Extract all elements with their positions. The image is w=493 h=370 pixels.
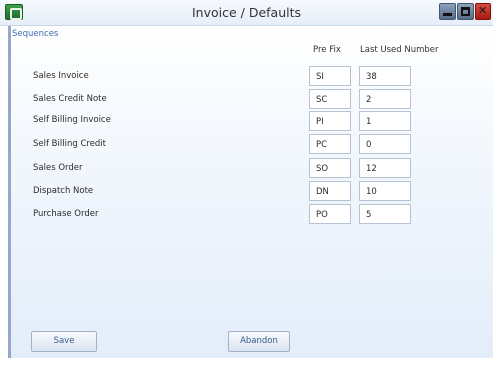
panel-left-border (8, 26, 11, 358)
prefix-field-purchase-order[interactable]: PO (309, 204, 351, 224)
prefix-field-sales-invoice[interactable]: SI (309, 66, 351, 86)
last-number-field-purchase-order[interactable]: 5 (359, 204, 411, 224)
prefix-field-self-billing-credit[interactable]: PC (309, 134, 351, 154)
last-used-number-column-header: Last Used Number (360, 45, 439, 55)
window-bottom-strip (0, 358, 493, 370)
minimize-icon[interactable] (439, 3, 456, 20)
last-number-field-self-billing-credit[interactable]: 0 (359, 134, 411, 154)
close-icon[interactable] (475, 3, 491, 20)
invoice-defaults-window: Invoice / Defaults Sequences Pre Fix Las… (0, 0, 493, 370)
row-label-purchase-order: Purchase Order (33, 209, 99, 219)
section-title: Sequences (12, 29, 59, 39)
window-title: Invoice / Defaults (191, 5, 302, 20)
prefix-field-sales-credit-note[interactable]: SC (309, 89, 351, 109)
last-number-field-sales-order[interactable]: 12 (359, 158, 411, 178)
row-label-sales-credit-note: Sales Credit Note (33, 94, 107, 104)
title-bar[interactable]: Invoice / Defaults (0, 0, 493, 26)
last-number-field-self-billing-invoice[interactable]: 1 (359, 111, 411, 131)
prefix-field-sales-order[interactable]: SO (309, 158, 351, 178)
last-number-field-sales-credit-note[interactable]: 2 (359, 89, 411, 109)
prefix-column-header: Pre Fix (313, 45, 341, 55)
last-number-field-sales-invoice[interactable]: 38 (359, 66, 411, 86)
abandon-button[interactable]: Abandon (228, 331, 290, 352)
prefix-field-self-billing-invoice[interactable]: PI (309, 111, 351, 131)
row-label-sales-order: Sales Order (33, 163, 83, 173)
last-number-field-dispatch-note[interactable]: 10 (359, 181, 411, 201)
row-label-self-billing-invoice: Self Billing Invoice (33, 115, 111, 125)
maximize-icon[interactable] (457, 3, 474, 20)
row-label-sales-invoice: Sales Invoice (33, 71, 89, 81)
row-label-self-billing-credit: Self Billing Credit (33, 139, 107, 149)
save-button[interactable]: Save (31, 331, 97, 352)
prefix-field-dispatch-note[interactable]: DN (309, 181, 351, 201)
row-label-dispatch-note: Dispatch Note (33, 186, 94, 196)
